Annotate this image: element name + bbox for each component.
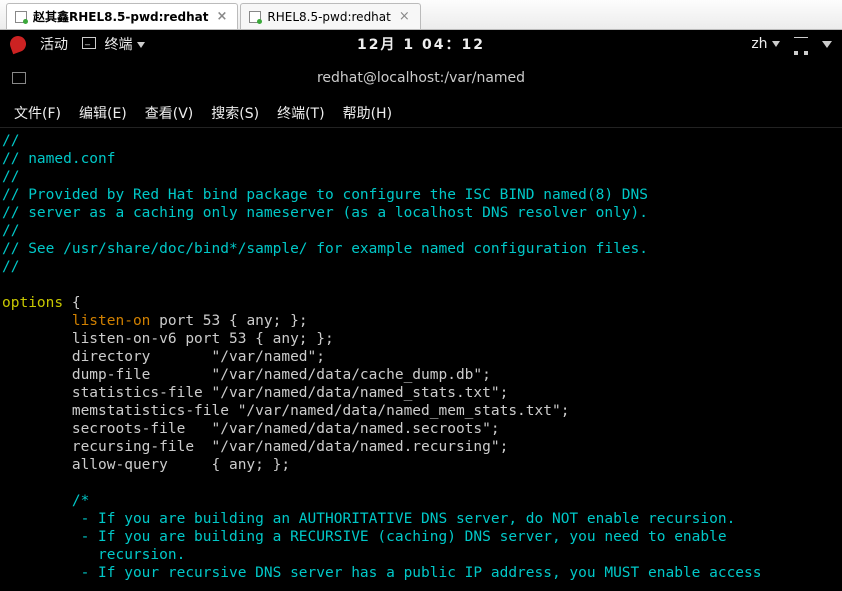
- code-line: //: [2, 169, 19, 185]
- window-title: redhat@localhost:/var/named: [317, 70, 525, 86]
- code-line: // server as a caching only nameserver (…: [2, 205, 648, 221]
- menu-edit[interactable]: 编辑(E): [73, 100, 133, 126]
- host-tab-2[interactable]: RHEL8.5-pwd:redhat ×: [240, 3, 420, 29]
- input-method[interactable]: zh: [751, 36, 780, 52]
- code-line: directory "/var/named";: [2, 349, 325, 365]
- system-menu-icon[interactable]: [822, 41, 832, 48]
- terminal-icon: [82, 37, 96, 49]
- app-menu[interactable]: 终端: [82, 34, 145, 54]
- prompt-icon: [12, 72, 26, 84]
- code-line: // named.conf: [2, 151, 116, 167]
- activities-button[interactable]: 活动: [40, 34, 68, 54]
- close-icon[interactable]: ×: [397, 10, 412, 23]
- code-line: //: [2, 223, 19, 239]
- vm-icon: [249, 11, 261, 23]
- vm-icon: [15, 11, 27, 23]
- code-line: //: [2, 259, 19, 275]
- code-comment: /*: [2, 493, 89, 509]
- menu-help[interactable]: 帮助(H): [337, 100, 398, 126]
- menu-terminal[interactable]: 终端(T): [271, 100, 330, 126]
- redhat-icon[interactable]: [8, 34, 29, 55]
- code-line: recursing-file "/var/named/data/named.re…: [2, 439, 508, 455]
- code-line: secroots-file "/var/named/data/named.sec…: [2, 421, 500, 437]
- host-tab-label: 赵其鑫RHEL8.5-pwd:redhat: [33, 8, 208, 25]
- close-icon[interactable]: ×: [214, 10, 229, 23]
- code-line: memstatistics-file "/var/named/data/name…: [2, 403, 569, 419]
- code-line: // See /usr/share/doc/bind*/sample/ for …: [2, 241, 648, 257]
- code-comment: recursion.: [2, 547, 185, 563]
- terminal-titlebar: redhat@localhost:/var/named: [0, 58, 842, 98]
- host-tab-strip: 赵其鑫RHEL8.5-pwd:redhat × RHEL8.5-pwd:redh…: [0, 0, 842, 30]
- code-line: statistics-file "/var/named/data/named_s…: [2, 385, 508, 401]
- code-line: listen-on-v6 port 53 { any; };: [2, 331, 334, 347]
- code-comment: - If you are building an AUTHORITATIVE D…: [2, 511, 735, 527]
- code-comment: - If your recursive DNS server has a pub…: [2, 565, 762, 581]
- code-line: allow-query { any; };: [2, 457, 290, 473]
- menu-view[interactable]: 查看(V): [139, 100, 200, 126]
- app-menu-label: 终端: [104, 37, 132, 53]
- menu-search[interactable]: 搜索(S): [205, 100, 265, 126]
- code-keyword: options: [2, 295, 63, 311]
- host-tab-1[interactable]: 赵其鑫RHEL8.5-pwd:redhat ×: [6, 3, 238, 29]
- gnome-top-bar: 活动 终端 12月 1 04：12 zh: [0, 30, 842, 58]
- terminal-menu-bar: 文件(F) 编辑(E) 查看(V) 搜索(S) 终端(T) 帮助(H): [0, 98, 842, 128]
- chevron-down-icon: [772, 41, 780, 47]
- code-line: // Provided by Red Hat bind package to c…: [2, 187, 648, 203]
- network-icon[interactable]: [794, 37, 808, 51]
- code-text: port 53 { any; };: [150, 313, 307, 329]
- host-tab-label: RHEL8.5-pwd:redhat: [267, 10, 390, 24]
- chevron-down-icon: [137, 42, 145, 48]
- code-comment: - If you are building a RECURSIVE (cachi…: [2, 529, 727, 545]
- menu-file[interactable]: 文件(F): [8, 100, 67, 126]
- code-line: //: [2, 133, 19, 149]
- code-keyword: listen-on: [72, 313, 151, 329]
- code-line: dump-file "/var/named/data/cache_dump.db…: [2, 367, 491, 383]
- code-text: {: [63, 295, 80, 311]
- terminal-content[interactable]: // // named.conf // // Provided by Red H…: [0, 128, 842, 591]
